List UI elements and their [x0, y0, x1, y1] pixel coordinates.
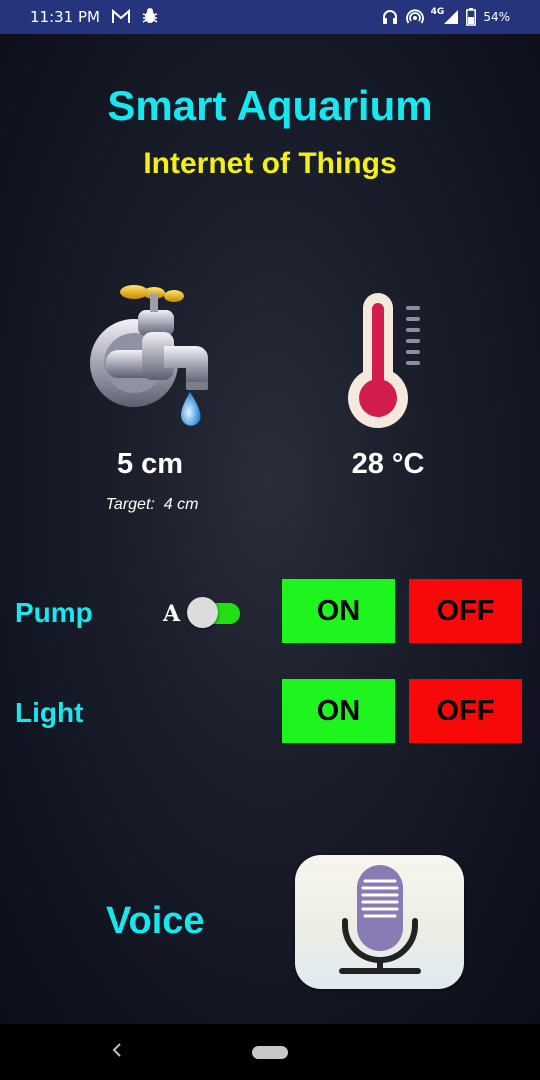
- thermometer-icon: [348, 290, 428, 435]
- app-title: Smart Aquarium: [107, 82, 433, 129]
- headset-icon: [381, 8, 399, 26]
- light-on-button[interactable]: ON: [282, 679, 395, 743]
- light-off-button[interactable]: OFF: [409, 679, 522, 743]
- battery-icon: [466, 8, 477, 26]
- auto-mode-label: A: [163, 601, 181, 627]
- target-level: Target: 4 cm: [60, 496, 244, 514]
- battery-percent: 54%: [483, 10, 510, 24]
- pump-off-button[interactable]: OFF: [409, 579, 522, 643]
- microphone-icon: [339, 865, 421, 974]
- app-subtitle: Internet of Things: [143, 147, 397, 180]
- voice-label: Voice: [106, 900, 205, 942]
- water-tap-icon: [88, 284, 218, 439]
- status-bar: 11:31 PM 4G 54%: [0, 0, 540, 34]
- temperature-value: 28 °C: [351, 448, 425, 480]
- bug-icon: [140, 6, 160, 30]
- auto-mode-toggle[interactable]: [187, 595, 241, 631]
- water-level-value: 5 cm: [116, 448, 184, 480]
- pump-on-button[interactable]: ON: [282, 579, 395, 643]
- target-label: Target:: [105, 496, 155, 513]
- home-pill-icon[interactable]: [252, 1046, 288, 1059]
- toggle-thumb: [187, 597, 218, 628]
- voice-mic-button[interactable]: [295, 855, 464, 989]
- back-icon[interactable]: [110, 1040, 124, 1065]
- network-type: 4G: [430, 7, 445, 17]
- signal-icon: [443, 9, 459, 25]
- status-time: 11:31 PM: [30, 8, 100, 26]
- hotspot-icon: [405, 8, 424, 26]
- target-value: 4 cm: [163, 496, 199, 513]
- gmail-icon: [111, 8, 131, 29]
- pump-label: Pump: [15, 597, 93, 628]
- light-label: Light: [15, 697, 84, 728]
- app-screen: Smart Aquarium Internet of Things 5 cm T…: [0, 34, 540, 1024]
